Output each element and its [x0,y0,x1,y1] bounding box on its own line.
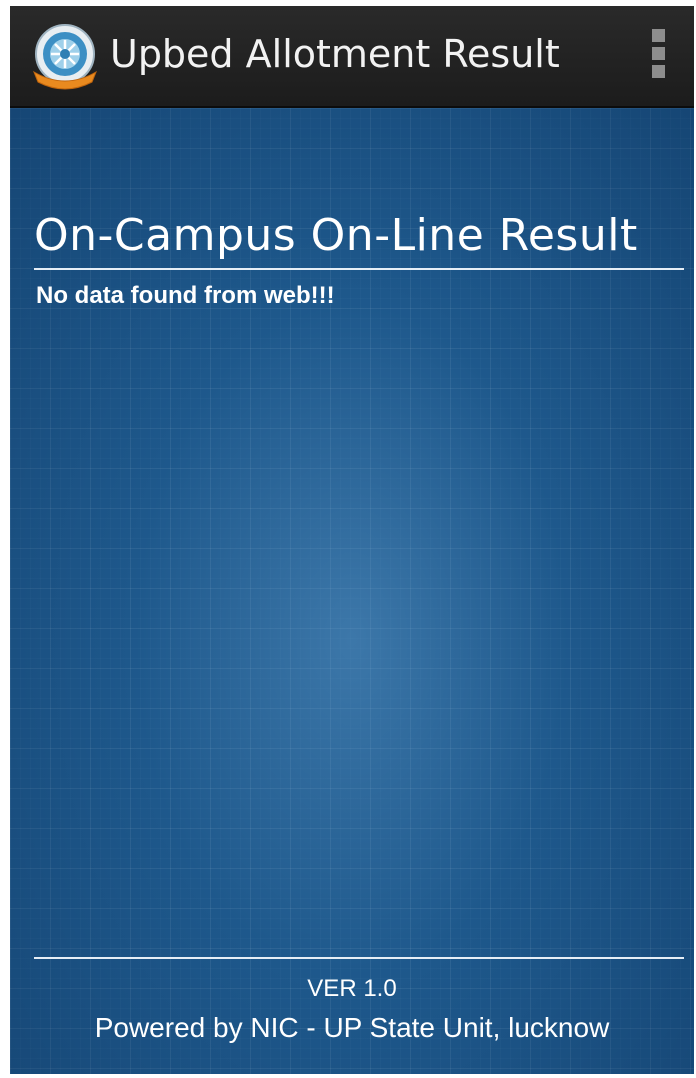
content-area: On-Campus On-Line Result No data found f… [10,108,694,1074]
app-screen: Upbed Allotment Result On-Campus On-Line… [10,6,694,1074]
footer-divider [34,957,684,959]
action-bar: Upbed Allotment Result [10,6,694,108]
section-title: On-Campus On-Line Result [34,210,638,261]
overflow-menu-icon[interactable] [648,26,670,82]
app-title: Upbed Allotment Result [110,32,560,76]
status-message: No data found from web!!! [36,282,335,309]
version-label: VER 1.0 [307,975,397,1002]
title-divider [34,268,684,270]
menu-dot [652,29,665,42]
app-logo-icon[interactable] [30,22,100,92]
menu-dot [652,47,665,60]
powered-by-label: Powered by NIC - UP State Unit, lucknow [94,1012,610,1043]
menu-dot [652,65,665,78]
